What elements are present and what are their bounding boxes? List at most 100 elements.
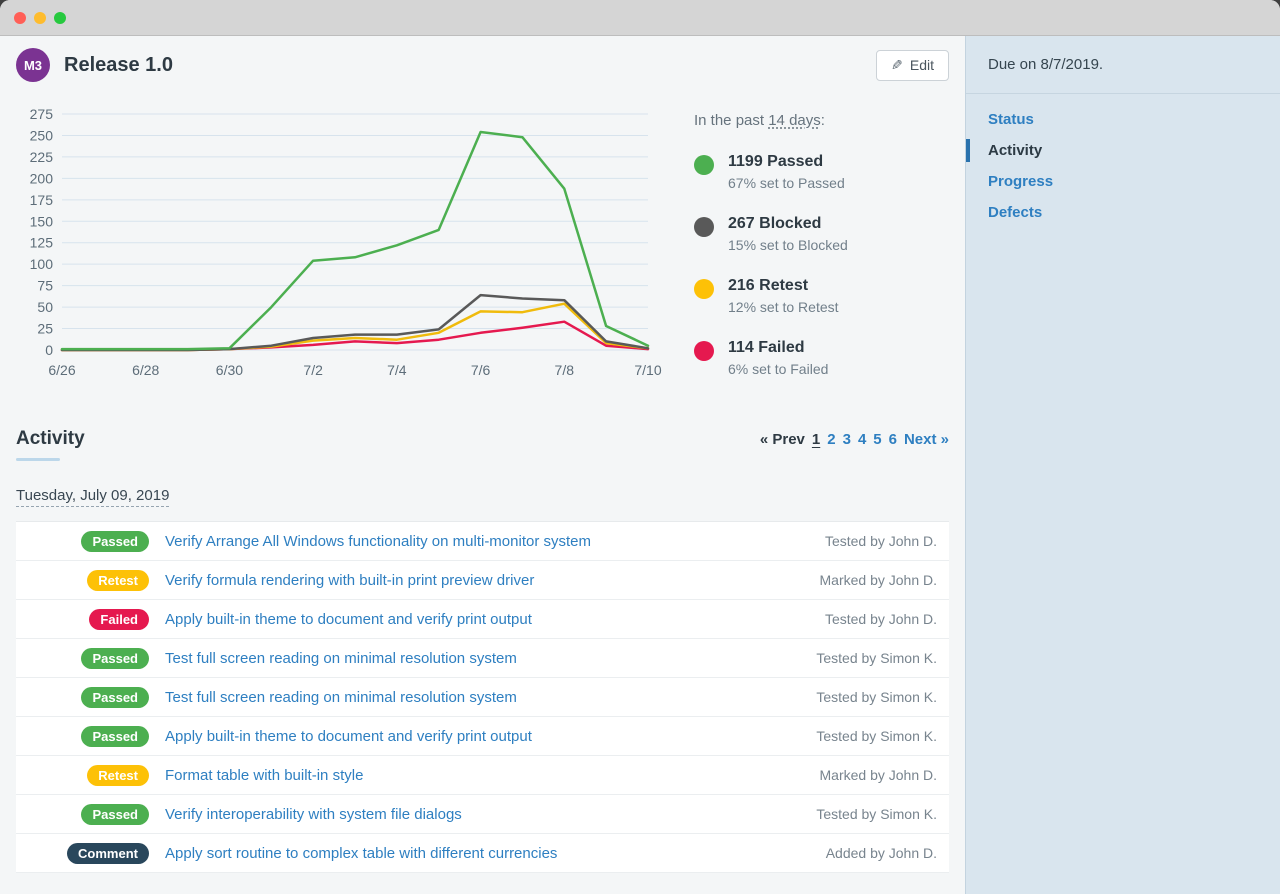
activity-row: Passed Test full screen reading on minima… (16, 639, 949, 678)
legend-intro: In the past 14 days: (694, 112, 848, 129)
minimize-window-button[interactable] (34, 12, 46, 24)
svg-text:100: 100 (30, 256, 54, 272)
test-case-link[interactable]: Test full screen reading on minimal reso… (165, 650, 800, 667)
test-case-link[interactable]: Apply built-in theme to document and ver… (165, 728, 800, 745)
page-link-6[interactable]: 6 (889, 431, 897, 448)
row-author: Marked by John D. (804, 767, 950, 783)
svg-text:175: 175 (30, 192, 54, 208)
svg-text:6/26: 6/26 (48, 362, 75, 378)
svg-text:6/30: 6/30 (216, 362, 243, 378)
status-badge: Passed (81, 687, 149, 708)
main-panel: M3 Release 1.0 ✎ Edit 025507510012515017… (0, 36, 965, 894)
svg-text:275: 275 (30, 106, 54, 122)
svg-text:7/2: 7/2 (303, 362, 323, 378)
legend-count: 1199 Passed (728, 153, 845, 171)
status-cell: Comment (16, 843, 149, 864)
test-case-link[interactable]: Apply sort routine to complex table with… (165, 845, 810, 862)
svg-text:200: 200 (30, 170, 54, 186)
row-author: Tested by John D. (809, 611, 949, 627)
activity-row: Retest Verify formula rendering with buil… (16, 561, 949, 600)
test-results-chart: 02550751001251501752002252502756/266/286… (16, 104, 664, 382)
svg-text:225: 225 (30, 149, 54, 165)
chart-legend: In the past 14 days: 1199 Passed67% set … (694, 104, 848, 382)
due-date-text: Due on 8/7/2019. (966, 36, 1280, 94)
legend-percent: 6% set to Failed (728, 361, 828, 377)
status-badge: Comment (67, 843, 149, 864)
legend-dot-icon (694, 217, 714, 237)
row-author: Tested by Simon K. (800, 806, 949, 822)
pagination: « Prev 123456 Next » (760, 431, 949, 448)
legend-percent: 15% set to Blocked (728, 237, 848, 253)
activity-row: Comment Apply sort routine to complex tab… (16, 834, 949, 873)
row-author: Marked by John D. (804, 572, 950, 588)
legend-dot-icon (694, 155, 714, 175)
legend-item: 267 Blocked 15% set to Blocked (694, 215, 848, 253)
days-range-link[interactable]: 14 days (768, 112, 821, 129)
svg-text:150: 150 (30, 213, 54, 229)
svg-text:7/8: 7/8 (555, 362, 575, 378)
test-case-link[interactable]: Apply built-in theme to document and ver… (165, 611, 809, 628)
milestone-header: M3 Release 1.0 ✎ Edit (0, 36, 965, 94)
svg-text:50: 50 (37, 299, 53, 315)
svg-text:75: 75 (37, 278, 53, 294)
page-link-1[interactable]: 1 (812, 431, 820, 448)
pencil-icon: ✎ (891, 57, 903, 74)
activity-title: Activity (16, 428, 85, 461)
legend-count: 114 Failed (728, 339, 828, 357)
prev-page-button[interactable]: « Prev (760, 431, 805, 448)
legend-items: 1199 Passed67% set to Passed 267 Blocked 1… (694, 153, 848, 377)
test-case-link[interactable]: Format table with built-in style (165, 767, 804, 784)
page-link-3[interactable]: 3 (843, 431, 851, 448)
legend-text: 267 Blocked 15% set to Blocked (728, 215, 848, 253)
legend-item: 114 Failed 6% set to Failed (694, 339, 848, 377)
status-cell: Passed (16, 804, 149, 825)
activity-row: Failed Apply built-in theme to document a… (16, 600, 949, 639)
legend-item: 1199 Passed67% set to Passed (694, 153, 848, 191)
sidebar-item-defects[interactable]: Defects (966, 197, 1280, 228)
test-case-link[interactable]: Test full screen reading on minimal reso… (165, 689, 800, 706)
status-badge: Passed (81, 648, 149, 669)
test-case-link[interactable]: Verify formula rendering with built-in p… (165, 572, 804, 589)
chart-section: 02550751001251501752002252502756/266/286… (0, 94, 965, 382)
status-cell: Passed (16, 648, 149, 669)
next-page-button[interactable]: Next » (904, 431, 949, 448)
activity-row: Passed Test full screen reading on minima… (16, 678, 949, 717)
row-author: Tested by Simon K. (800, 689, 949, 705)
test-case-link[interactable]: Verify Arrange All Windows functionality… (165, 533, 809, 550)
sidebar-item-activity[interactable]: Activity (966, 135, 1280, 166)
status-cell: Passed (16, 726, 149, 747)
sidebar-item-progress[interactable]: Progress (966, 166, 1280, 197)
status-badge: Retest (87, 570, 149, 591)
zoom-window-button[interactable] (54, 12, 66, 24)
legend-percent: 12% set to Retest (728, 299, 839, 315)
page-link-4[interactable]: 4 (858, 431, 866, 448)
svg-text:7/6: 7/6 (471, 362, 491, 378)
row-author: Tested by John D. (809, 533, 949, 549)
svg-text:0: 0 (45, 342, 53, 358)
status-cell: Passed (16, 687, 149, 708)
page-link-2[interactable]: 2 (827, 431, 835, 448)
edit-button[interactable]: ✎ Edit (876, 50, 949, 81)
legend-count: 267 Blocked (728, 215, 848, 233)
page-link-5[interactable]: 5 (873, 431, 881, 448)
milestone-badge: M3 (16, 48, 50, 82)
close-window-button[interactable] (14, 12, 26, 24)
status-cell: Passed (16, 531, 149, 552)
app-window: M3 Release 1.0 ✎ Edit 025507510012515017… (0, 0, 1280, 894)
status-badge: Passed (81, 726, 149, 747)
test-case-link[interactable]: Verify interoperability with system file… (165, 806, 800, 823)
status-cell: Failed (16, 609, 149, 630)
sidebar-nav: StatusActivityProgressDefects (966, 94, 1280, 228)
sidebar-item-status[interactable]: Status (966, 104, 1280, 135)
legend-item: 216 Retest12% set to Retest (694, 277, 848, 315)
activity-row: Retest Format table with built-in styleMa… (16, 756, 949, 795)
svg-text:250: 250 (30, 127, 54, 143)
svg-text:6/28: 6/28 (132, 362, 159, 378)
svg-text:7/10: 7/10 (634, 362, 661, 378)
date-heading-row: Tuesday, July 09, 2019 (16, 461, 949, 507)
legend-dot-icon (694, 341, 714, 361)
date-heading: Tuesday, July 09, 2019 (16, 487, 169, 507)
legend-intro-prefix: In the past (694, 112, 768, 129)
sidebar: Due on 8/7/2019. StatusActivityProgressD… (965, 36, 1280, 894)
status-cell: Retest (16, 765, 149, 786)
